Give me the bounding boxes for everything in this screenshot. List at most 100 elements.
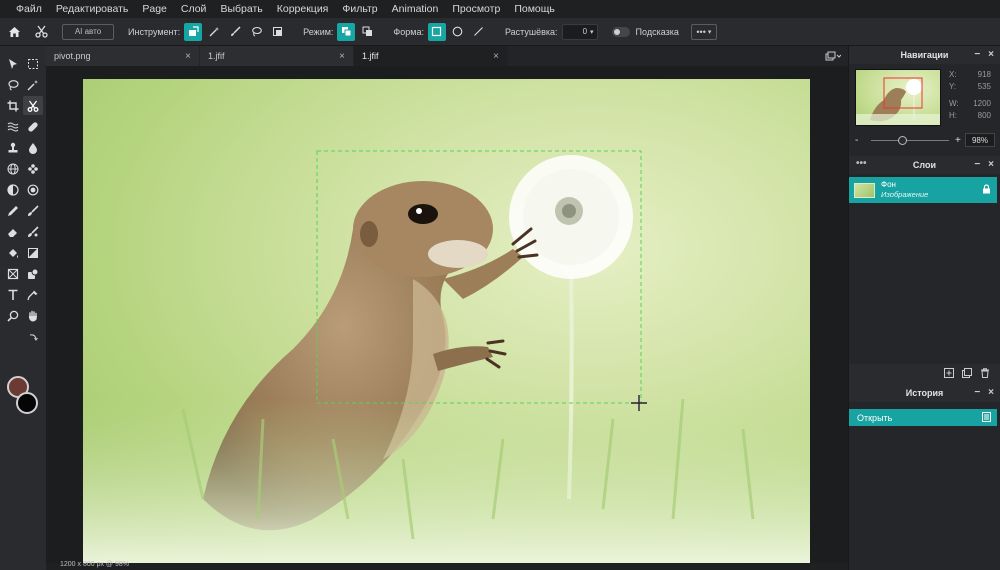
close-icon[interactable]: × bbox=[185, 51, 191, 62]
refine-edge-button[interactable] bbox=[268, 23, 286, 41]
text-tool-icon[interactable] bbox=[3, 285, 23, 304]
blur-tool-icon[interactable] bbox=[23, 138, 43, 157]
menu-animation[interactable]: Animation bbox=[392, 3, 439, 15]
history-item[interactable]: Открыть bbox=[849, 409, 997, 426]
layers-header: ••• Слои − × bbox=[849, 156, 1000, 174]
shape-ellipse-button[interactable] bbox=[449, 23, 467, 41]
more-icon[interactable]: ••• bbox=[856, 158, 867, 169]
paint-bucket-tool-icon[interactable] bbox=[3, 243, 23, 262]
add-layer-icon[interactable] bbox=[944, 367, 954, 381]
close-icon[interactable]: × bbox=[988, 387, 994, 398]
menu-select[interactable]: Выбрать bbox=[220, 3, 262, 15]
history-title: История bbox=[905, 388, 944, 398]
brush-select-button[interactable] bbox=[226, 23, 244, 41]
brush-tool-icon[interactable] bbox=[23, 201, 43, 220]
menu-layer[interactable]: Слой bbox=[181, 3, 207, 15]
close-icon[interactable]: × bbox=[988, 49, 994, 60]
lasso-button[interactable] bbox=[247, 23, 265, 41]
lock-icon[interactable] bbox=[982, 184, 991, 197]
menu-file[interactable]: Файл bbox=[16, 3, 42, 15]
zoom-out-button[interactable]: - bbox=[855, 135, 865, 146]
status-text: 1200 x 800 px @ 98% bbox=[60, 561, 129, 568]
mode-add-button[interactable] bbox=[358, 23, 376, 41]
history-header: История − × bbox=[849, 384, 1000, 402]
marquee-tool-icon[interactable] bbox=[23, 54, 43, 73]
move-tool-icon[interactable] bbox=[3, 54, 23, 73]
zoom-slider[interactable] bbox=[871, 135, 949, 145]
object-select-button[interactable] bbox=[184, 22, 203, 41]
window-arrange-icon[interactable] bbox=[818, 46, 848, 66]
lasso-tool-icon[interactable] bbox=[3, 75, 23, 94]
ai-auto-button[interactable]: AI авто bbox=[62, 23, 114, 40]
eyedropper-tool-icon[interactable] bbox=[23, 285, 43, 304]
close-icon[interactable]: × bbox=[988, 159, 994, 170]
mode-new-button[interactable] bbox=[337, 22, 356, 41]
background-color-swatch[interactable] bbox=[16, 392, 38, 414]
workspace bbox=[46, 66, 848, 563]
w-value: 1200 bbox=[973, 99, 991, 108]
navigator-thumbnail[interactable] bbox=[855, 69, 941, 126]
liquify-tool-icon[interactable] bbox=[3, 117, 23, 136]
close-icon[interactable]: × bbox=[339, 51, 345, 62]
menu-filter[interactable]: Фильтр bbox=[342, 3, 377, 15]
menu-page[interactable]: Page bbox=[142, 3, 167, 15]
menu-edit[interactable]: Редактировать bbox=[56, 3, 129, 15]
home-icon[interactable] bbox=[0, 18, 28, 46]
color-replace-tool-icon[interactable] bbox=[23, 222, 43, 241]
zoom-in-button[interactable]: + bbox=[955, 135, 965, 146]
mode-label: Режим: bbox=[303, 26, 334, 37]
minimize-icon[interactable]: − bbox=[974, 49, 980, 60]
chevron-down-icon: ▾ bbox=[707, 28, 712, 36]
zoom-tool-icon[interactable] bbox=[3, 306, 23, 325]
eraser-tool-icon[interactable] bbox=[3, 222, 23, 241]
tab-pivot[interactable]: pivot.png × bbox=[46, 46, 199, 66]
zoom-controls: - + 98% bbox=[855, 132, 995, 148]
heal-tool-icon[interactable] bbox=[23, 117, 43, 136]
zoom-slider-knob[interactable] bbox=[897, 135, 907, 145]
shape-rect-button[interactable] bbox=[427, 22, 446, 41]
cutout-tool-icon[interactable] bbox=[23, 96, 43, 115]
layer-item[interactable]: Фон Изображение bbox=[849, 177, 997, 203]
x-value: 918 bbox=[977, 70, 991, 79]
magic-wand-tool-icon[interactable] bbox=[23, 75, 43, 94]
layers-panel: Фон Изображение bbox=[849, 174, 1000, 364]
more-label: ••• bbox=[696, 26, 706, 37]
menu-help[interactable]: Помощь bbox=[514, 3, 555, 15]
image-canvas[interactable] bbox=[83, 79, 810, 563]
tab-jfif-1[interactable]: 1.jfif × bbox=[200, 46, 353, 66]
shape-tool-icon[interactable] bbox=[23, 264, 43, 283]
dodge-tool-icon[interactable] bbox=[3, 180, 23, 199]
gradient-tool-icon[interactable] bbox=[23, 243, 43, 262]
tab-jfif-2[interactable]: 1.jfif × bbox=[354, 46, 507, 66]
sponge-tool-icon[interactable] bbox=[23, 180, 43, 199]
swap-colors-icon[interactable] bbox=[26, 330, 40, 344]
shape-line-button[interactable] bbox=[470, 23, 488, 41]
menu-adjust[interactable]: Коррекция bbox=[277, 3, 329, 15]
spot-heal-tool-icon[interactable] bbox=[23, 159, 43, 178]
zoom-input[interactable]: 98% bbox=[965, 133, 995, 147]
history-panel: Открыть bbox=[849, 402, 1000, 570]
layer-type: Изображение bbox=[881, 190, 929, 199]
feather-input[interactable]: 0 ▾ bbox=[561, 23, 598, 40]
trash-icon[interactable] bbox=[980, 367, 990, 381]
right-panels: Навигации − × X: 918 Y: 535 W: 1200 H: 800 - bbox=[848, 46, 1000, 570]
more-options-button[interactable]: ••• ▾ bbox=[690, 23, 717, 40]
layer-thumbnail bbox=[854, 182, 875, 198]
magic-wand-button[interactable] bbox=[205, 23, 223, 41]
document-icon bbox=[982, 412, 991, 424]
crop-tool-icon[interactable] bbox=[3, 96, 23, 115]
clone-stamp-tool-icon[interactable] bbox=[3, 138, 23, 157]
cutout-tool-icon bbox=[28, 25, 54, 38]
close-icon[interactable]: × bbox=[493, 51, 499, 62]
hand-tool-icon[interactable] bbox=[23, 306, 43, 325]
hint-toggle[interactable] bbox=[611, 26, 630, 37]
h-value: 800 bbox=[977, 111, 991, 120]
frame-tool-icon[interactable] bbox=[3, 264, 23, 283]
minimize-icon[interactable]: − bbox=[974, 387, 980, 398]
globe-tool-icon[interactable] bbox=[3, 159, 23, 178]
pencil-tool-icon[interactable] bbox=[3, 201, 23, 220]
minimize-icon[interactable]: − bbox=[974, 159, 980, 170]
history-item-label: Открыть bbox=[857, 412, 893, 423]
menu-view[interactable]: Просмотр bbox=[452, 3, 500, 15]
duplicate-layer-icon[interactable] bbox=[962, 367, 972, 381]
